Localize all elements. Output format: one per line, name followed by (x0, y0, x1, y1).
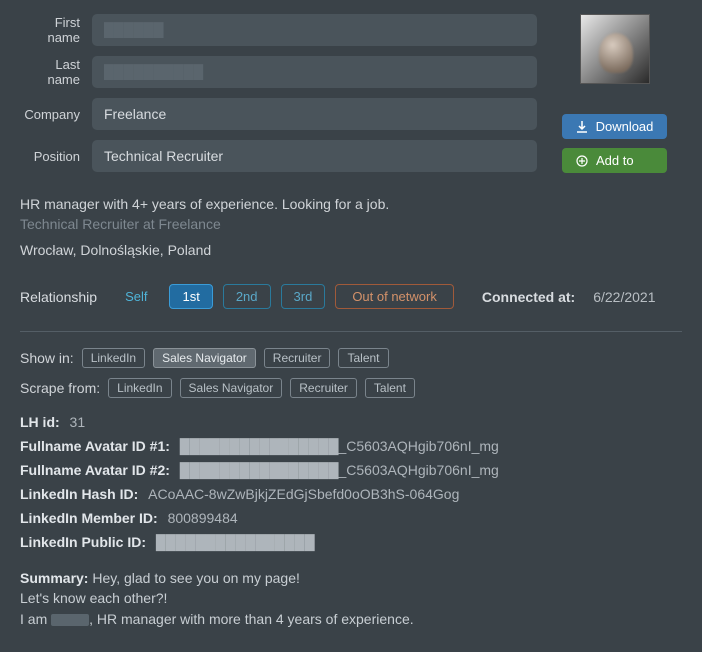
chip-3rd[interactable]: 3rd (281, 284, 326, 309)
relationship-row: Relationship Self 1st 2nd 3rd Out of net… (20, 284, 682, 309)
summary-block: Summary: Hey, glad to see you on my page… (20, 568, 682, 629)
summary-redacted (51, 614, 89, 626)
public-id-label: LinkedIn Public ID: (20, 534, 146, 550)
avatar-id-2-label: Fullname Avatar ID #2: (20, 462, 170, 478)
headline: HR manager with 4+ years of experience. … (20, 196, 682, 212)
avatar-id-2-value: ████████████████_C5603AQHgib706nI_mg (180, 462, 499, 478)
show-in-row: Show in: LinkedIn Sales Navigator Recrui… (20, 348, 682, 368)
summary-line-3a: I am (20, 611, 51, 627)
profile-form: First name Last name Company Position (20, 14, 537, 182)
position-input[interactable] (92, 140, 537, 172)
summary-line-3b: , HR manager with more than 4 years of e… (89, 611, 414, 627)
scrape-from-recruiter[interactable]: Recruiter (290, 378, 357, 398)
download-button[interactable]: Download (562, 114, 668, 139)
avatar-id-2-row: Fullname Avatar ID #2: ████████████████_… (20, 462, 682, 478)
lh-id-label: LH id: (20, 414, 60, 430)
last-name-label: Last name (20, 57, 92, 87)
scrape-from-sales-navigator[interactable]: Sales Navigator (180, 378, 283, 398)
first-name-label: First name (20, 15, 92, 45)
member-id-value: 800899484 (168, 510, 238, 526)
plus-circle-icon (576, 155, 588, 167)
summary-line-1: Hey, glad to see you on my page! (92, 570, 300, 586)
add-to-button[interactable]: Add to (562, 148, 667, 173)
show-in-linkedin[interactable]: LinkedIn (82, 348, 145, 368)
member-id-label: LinkedIn Member ID: (20, 510, 158, 526)
avatar-id-1-label: Fullname Avatar ID #1: (20, 438, 170, 454)
download-icon (576, 121, 588, 133)
location: Wrocław, Dolnośląskie, Poland (20, 242, 682, 258)
position-label: Position (20, 149, 92, 164)
company-input[interactable] (92, 98, 537, 130)
show-in-recruiter[interactable]: Recruiter (264, 348, 331, 368)
relationship-label: Relationship (20, 289, 97, 305)
last-name-input[interactable] (92, 56, 537, 88)
last-name-row: Last name (20, 56, 537, 88)
show-in-sales-navigator[interactable]: Sales Navigator (153, 348, 256, 368)
summary-label: Summary: (20, 570, 88, 586)
connected-at-date: 6/22/2021 (593, 289, 655, 305)
first-name-input[interactable] (92, 14, 537, 46)
connected-at-label: Connected at: (482, 289, 575, 305)
add-to-label: Add to (596, 153, 634, 168)
public-id-value: ████████████████ (156, 534, 315, 550)
sub-headline: Technical Recruiter at Freelance (20, 216, 682, 232)
chip-self[interactable]: Self (113, 285, 159, 308)
scrape-from-talent[interactable]: Talent (365, 378, 415, 398)
download-label: Download (596, 119, 654, 134)
right-column: Download Add to (547, 14, 682, 182)
avatar[interactable] (580, 14, 650, 84)
scrape-from-label: Scrape from: (20, 380, 100, 396)
show-in-label: Show in: (20, 350, 74, 366)
scrape-from-linkedin[interactable]: LinkedIn (108, 378, 171, 398)
lh-id-value: 31 (70, 414, 86, 430)
summary-line-2: Let's know each other?! (20, 590, 167, 606)
first-name-row: First name (20, 14, 537, 46)
position-row: Position (20, 140, 537, 172)
chip-2nd[interactable]: 2nd (223, 284, 271, 309)
member-id-row: LinkedIn Member ID: 800899484 (20, 510, 682, 526)
show-in-talent[interactable]: Talent (338, 348, 388, 368)
avatar-id-1-row: Fullname Avatar ID #1: ████████████████_… (20, 438, 682, 454)
hash-id-value: ACoAAC-8wZwBjkjZEdGjSbefd0oOB3hS-064Gog (148, 486, 459, 502)
chip-out-of-network[interactable]: Out of network (335, 284, 454, 309)
hash-id-row: LinkedIn Hash ID: ACoAAC-8wZwBjkjZEdGjSb… (20, 486, 682, 502)
divider (20, 331, 682, 332)
public-id-row: LinkedIn Public ID: ████████████████ (20, 534, 682, 550)
hash-id-label: LinkedIn Hash ID: (20, 486, 138, 502)
company-label: Company (20, 107, 92, 122)
lh-id-row: LH id: 31 (20, 414, 682, 430)
chip-1st[interactable]: 1st (169, 284, 212, 309)
avatar-id-1-value: ████████████████_C5603AQHgib706nI_mg (180, 438, 499, 454)
company-row: Company (20, 98, 537, 130)
scrape-from-row: Scrape from: LinkedIn Sales Navigator Re… (20, 378, 682, 398)
